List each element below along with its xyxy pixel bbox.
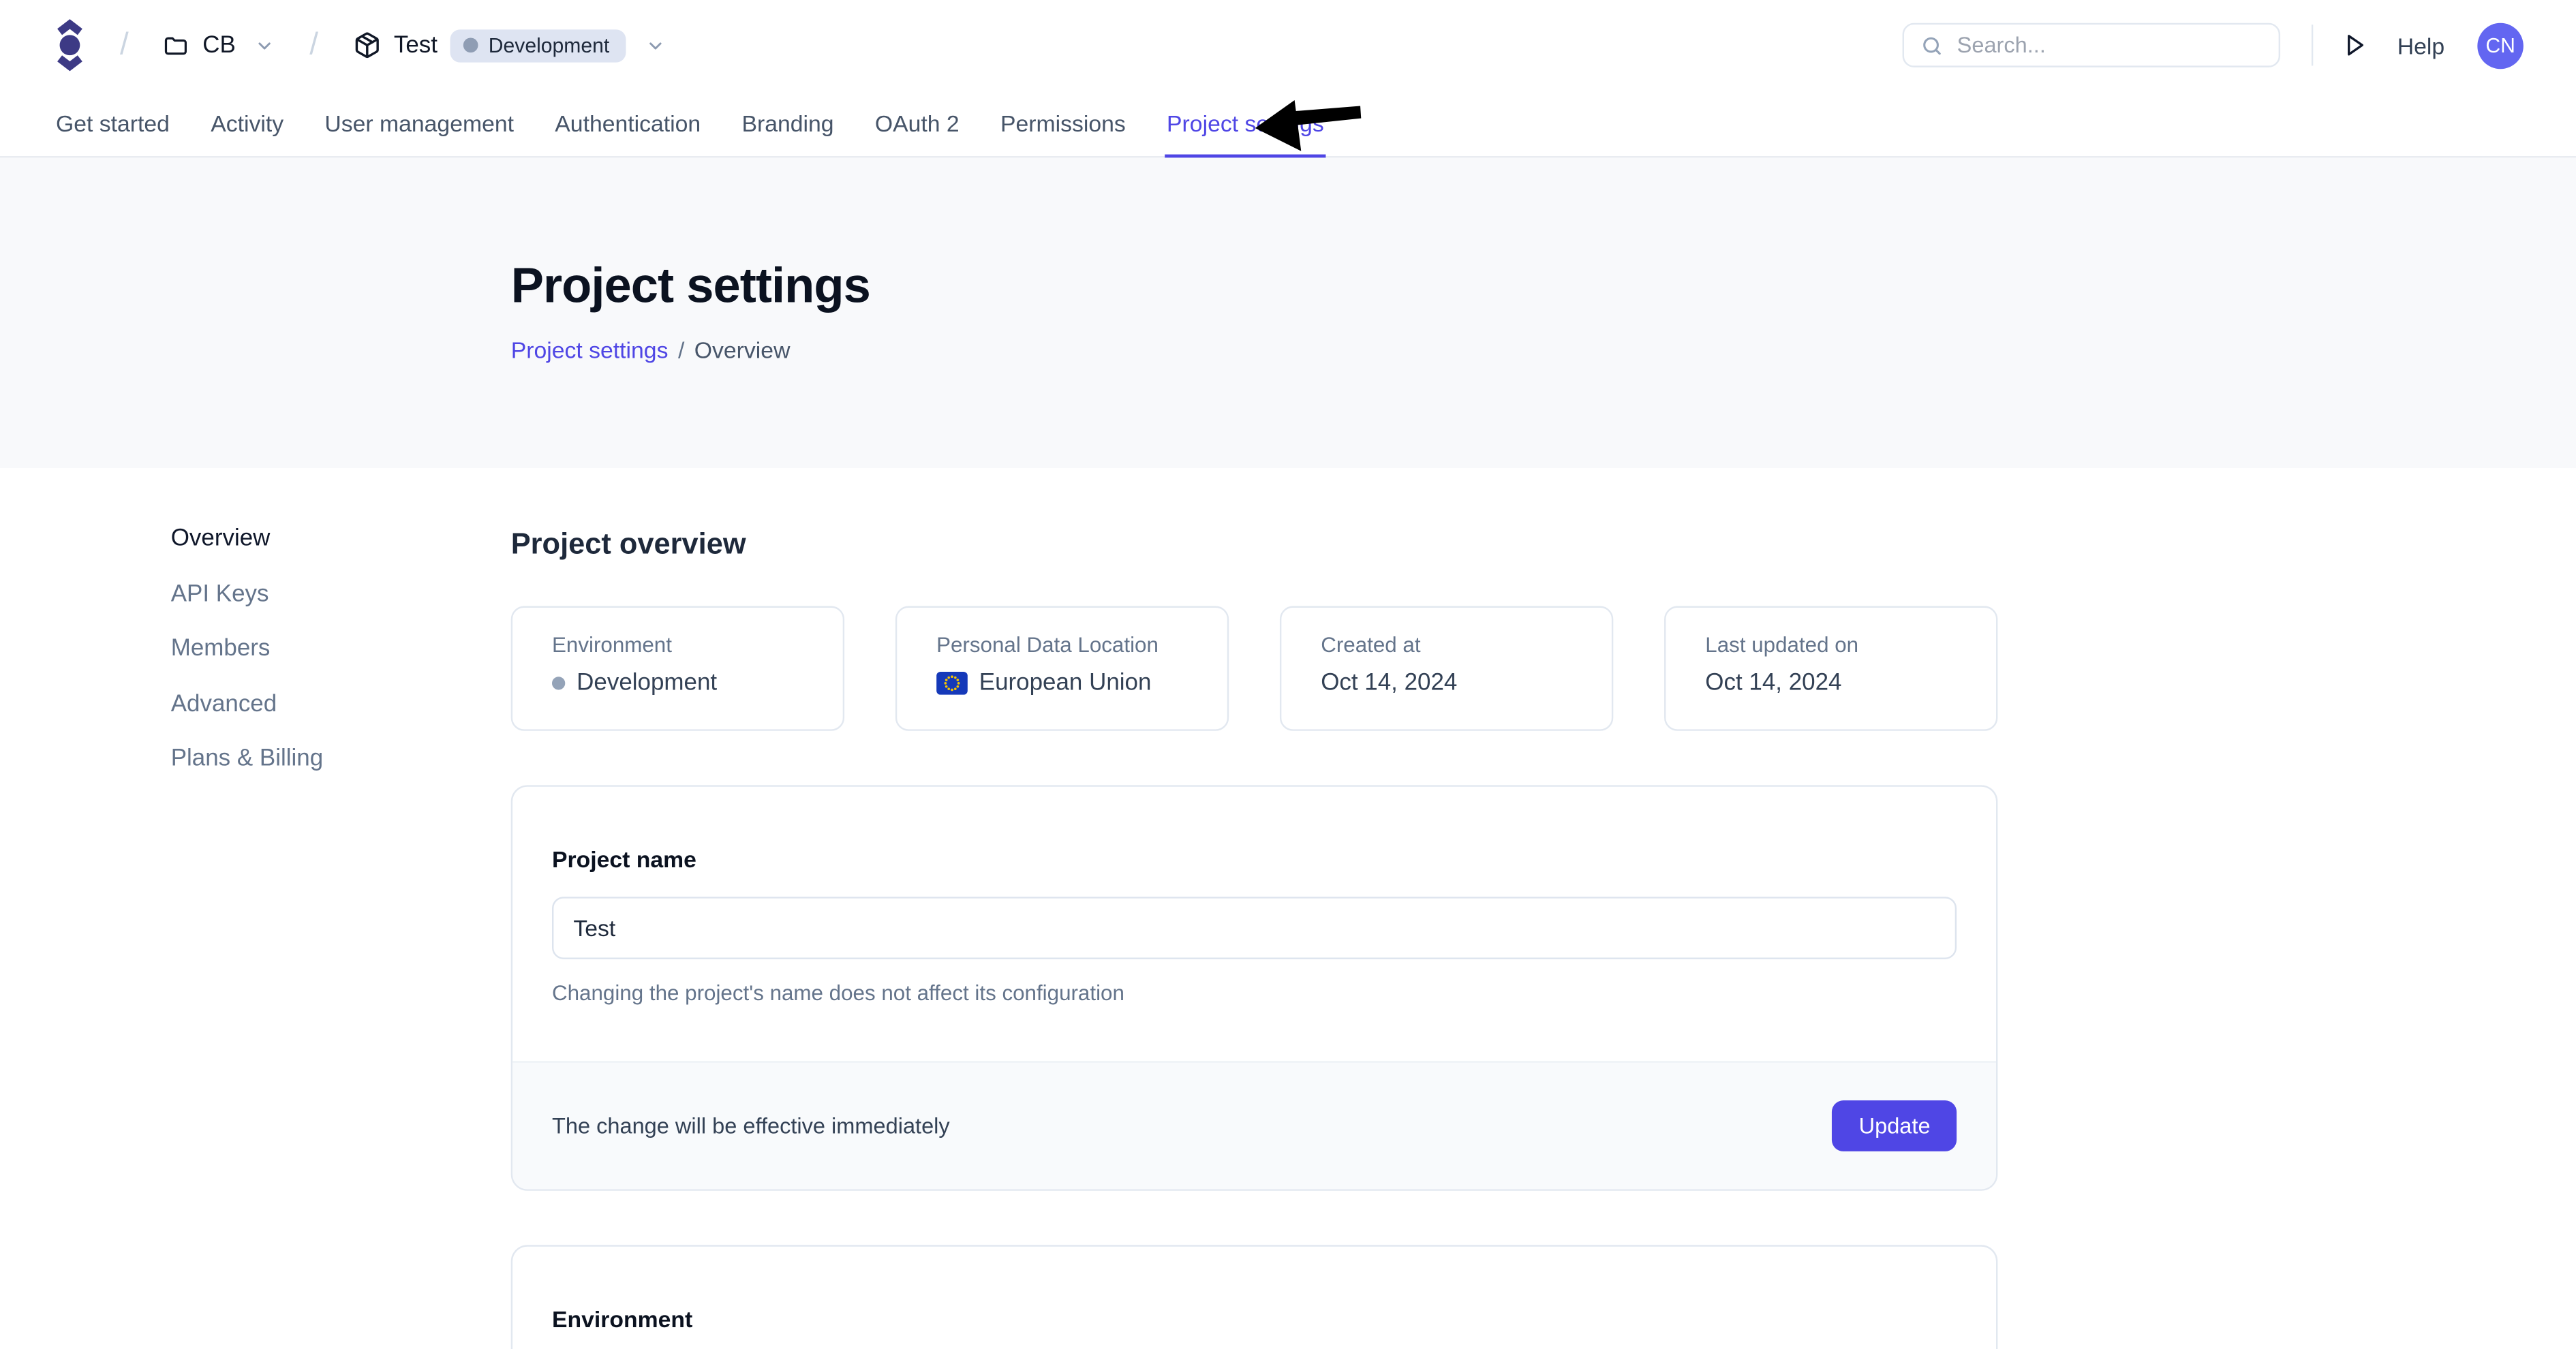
breadcrumb-separator: / xyxy=(120,27,129,63)
tab-get-started[interactable]: Get started xyxy=(55,91,172,158)
environment-badge: Development xyxy=(450,29,626,61)
project-name-helper: Changing the project's name does not aff… xyxy=(552,980,1957,1005)
environment-card: Environment Development xyxy=(511,1245,1998,1349)
tab-permissions[interactable]: Permissions xyxy=(999,91,1128,158)
org-switcher[interactable]: CB xyxy=(163,32,275,59)
environment-dot-icon xyxy=(464,37,479,52)
breadcrumb-separator: / xyxy=(678,337,684,363)
topbar-right-group: Help CN xyxy=(1903,22,2524,68)
sidebar-item-api-keys[interactable]: API Keys xyxy=(171,580,323,607)
app-window: / CB / Test Developmen xyxy=(0,0,2576,1349)
app-logo-icon[interactable] xyxy=(55,18,86,73)
tab-authentication[interactable]: Authentication xyxy=(553,91,703,158)
play-icon[interactable] xyxy=(2345,33,2366,57)
sidebar-item-overview[interactable]: Overview xyxy=(171,525,323,552)
org-name: CB xyxy=(202,32,236,59)
breadcrumb-current: Overview xyxy=(694,337,791,363)
info-card-label: Created at xyxy=(1321,632,1612,657)
topbar-divider xyxy=(2312,25,2313,65)
info-card-value: Development xyxy=(577,670,717,697)
project-name-card-footer: The change will be effective immediately… xyxy=(512,1061,1996,1189)
info-card-label: Last updated on xyxy=(1705,632,1996,657)
top-bar: / CB / Test Developmen xyxy=(0,0,2576,91)
help-link[interactable]: Help xyxy=(2397,32,2444,59)
project-name: Test xyxy=(394,32,438,59)
environment-label: Environment xyxy=(552,1306,1957,1333)
info-card-label: Environment xyxy=(552,632,843,657)
search-input[interactable] xyxy=(1957,33,2263,57)
page-title: Project settings xyxy=(511,260,2576,315)
chevron-down-icon xyxy=(645,35,665,55)
update-button[interactable]: Update xyxy=(1833,1100,1957,1151)
tab-activity[interactable]: Activity xyxy=(209,91,286,158)
project-name-label: Project name xyxy=(552,846,1957,873)
info-card-environment: Environment Development xyxy=(511,606,844,731)
environment-badge-label: Development xyxy=(489,33,610,57)
eu-flag-icon xyxy=(936,672,968,695)
info-card-last-updated: Last updated on Oct 14, 2024 xyxy=(1664,606,1997,731)
project-switcher[interactable]: Test Development xyxy=(353,29,666,61)
info-card-value: European Union xyxy=(979,670,1152,697)
sidebar-item-plans-billing[interactable]: Plans & Billing xyxy=(171,745,323,772)
tab-oauth2[interactable]: OAuth 2 xyxy=(873,91,961,158)
project-name-card: Project name Changing the project's name… xyxy=(511,785,1998,1190)
info-card-data-location: Personal Data Location European Union xyxy=(895,606,1229,731)
info-card-label: Personal Data Location xyxy=(936,632,1227,657)
search-icon xyxy=(1921,33,1944,57)
chevron-down-icon xyxy=(256,35,275,55)
info-card-created-at: Created at Oct 14, 2024 xyxy=(1280,606,1613,731)
folder-icon xyxy=(163,32,189,59)
tab-user-management[interactable]: User management xyxy=(323,91,515,158)
tab-branding[interactable]: Branding xyxy=(740,91,835,158)
package-icon xyxy=(353,31,381,59)
footer-note: The change will be effective immediately xyxy=(552,1113,950,1138)
tab-project-settings[interactable]: Project settings xyxy=(1165,91,1326,158)
breadcrumb-link[interactable]: Project settings xyxy=(511,337,669,363)
breadcrumb-separator: / xyxy=(309,27,318,63)
info-card-value: Oct 14, 2024 xyxy=(1705,670,1841,697)
info-card-row: Environment Development Personal Data Lo… xyxy=(511,606,1998,731)
page-hero: Project settings Project settings / Over… xyxy=(0,157,2576,468)
info-card-value: Oct 14, 2024 xyxy=(1321,670,1457,697)
project-name-input[interactable] xyxy=(552,897,1957,959)
environment-dot-icon xyxy=(552,677,565,689)
sidebar-item-advanced[interactable]: Advanced xyxy=(171,691,323,717)
avatar[interactable]: CN xyxy=(2477,22,2523,68)
main-tab-bar: Get started Activity User management Aut… xyxy=(0,91,2576,158)
sidebar-item-members[interactable]: Members xyxy=(171,636,323,662)
settings-side-nav: Overview API Keys Members Advanced Plans… xyxy=(171,525,323,801)
breadcrumb: Project settings / Overview xyxy=(511,337,2576,363)
section-title: Project overview xyxy=(511,527,1998,562)
main-column: Project overview Environment Development… xyxy=(511,527,1998,1349)
search-box[interactable] xyxy=(1903,23,2280,67)
page-content: Overview API Keys Members Advanced Plans… xyxy=(0,468,2576,1349)
